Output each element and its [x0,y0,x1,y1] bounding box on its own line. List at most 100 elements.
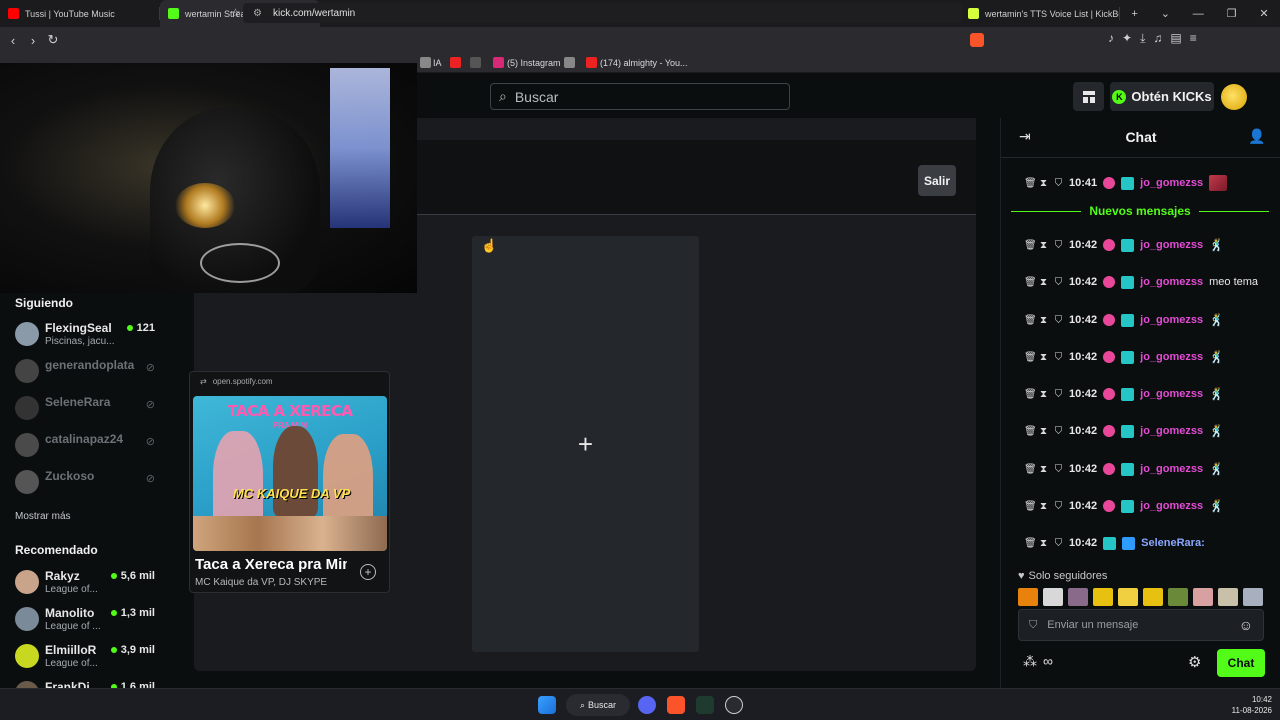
sidebar-item-manolito[interactable]: Manolito League of ... 1,3 mil [15,605,165,637]
download-icon[interactable]: ⤓ [1140,31,1145,46]
emote-icon[interactable] [1068,588,1088,606]
url-field[interactable]: ☆ ⚙ kick.com/wertamin [230,3,963,23]
chat-username[interactable]: jo_gomezss [1140,500,1203,512]
webcam-video[interactable] [0,63,417,293]
chat-message[interactable]: 🗑 ⧗ ⛉ 10:42 jo_gomezss 🕺 [1024,347,1274,367]
timeout-icon[interactable]: ⧗ [1039,538,1048,549]
trash-icon[interactable]: 🗑 [1024,464,1037,475]
shield-icon[interactable]: ⛉ [1054,277,1063,288]
windows-start-icon[interactable] [538,696,556,714]
add-widget-placeholder[interactable]: + [472,236,699,652]
music-icon[interactable]: ♫ [1153,31,1162,46]
emote-icon[interactable] [1218,588,1238,606]
send-chat-button[interactable]: Chat [1217,649,1265,677]
bookmark-icon-generic[interactable] [564,57,575,68]
chat-message[interactable]: 🗑 ⧗ ⛉ 10:42 jo_gomezss 🕺 [1024,235,1274,255]
trash-icon[interactable]: 🗑 [1024,538,1037,549]
youtube-bookmark-icon[interactable] [450,57,461,68]
chat-username[interactable]: jo_gomezss [1140,388,1203,400]
shield-icon[interactable]: ⛉ [1054,178,1063,189]
brave-icon[interactable] [667,696,685,714]
sidebar-item-frankdi[interactable]: FrankDi... 1,6 mil [15,679,165,688]
emote-icon[interactable] [1193,588,1213,606]
dashboard-button[interactable] [1073,82,1104,111]
chat-message-input[interactable]: ⛉ Enviar un mensaje ☺ [1018,609,1264,641]
bookmark-instagram[interactable]: (5) Instagram [507,58,561,68]
sidebar-item-generandoplata[interactable]: generandoplata ⊘ [15,357,165,389]
chat-username[interactable]: jo_gomezss [1140,463,1203,475]
leave-button[interactable]: Salir [918,165,956,196]
chat-message[interactable]: 🗑 ⧗ ⛉ 10:42 jo_gomezss 🕺 [1024,421,1274,441]
timeout-icon[interactable]: ⧗ [1039,389,1048,400]
trash-icon[interactable]: 🗑 [1024,178,1037,189]
minimize-icon[interactable]: — [1193,8,1204,20]
close-window-icon[interactable]: ✕ [1259,7,1268,20]
browser-tab[interactable]: Tussi | YouTube Music [0,0,160,27]
shield-icon[interactable]: ⛉ [1054,352,1063,363]
infinity-icon[interactable]: ∞ [1043,653,1053,670]
trash-icon[interactable]: 🗑 [1024,501,1037,512]
timeout-icon[interactable]: ⧗ [1039,240,1048,251]
chat-message[interactable]: 🗑 ⧗ ⛉ 10:42 jo_gomezss 🕺 [1024,384,1274,404]
shield-icon[interactable]: ⛉ [1054,464,1063,475]
trash-icon[interactable]: 🗑 [1024,389,1037,400]
sidebar-item-catalinapaz24[interactable]: catalinapaz24 ⊘ [15,431,165,463]
emote-icon[interactable] [1093,588,1113,606]
shield-icon[interactable]: ⛉ [1054,501,1063,512]
chat-message[interactable]: 🗑 ⧗ ⛉ 10:42 jo_gomezss 🕺 [1024,459,1274,479]
trash-icon[interactable]: 🗑 [1024,277,1037,288]
audio-icon[interactable]: ♪ [1108,31,1114,46]
shield-icon[interactable]: ⛉ [1054,538,1063,549]
tab-list-icon[interactable]: ⌄ [1161,7,1170,20]
emote-icon[interactable] [1168,588,1188,606]
bookmark-icon[interactable]: ☆ [230,6,241,20]
reddit-bookmark-icon[interactable] [470,57,481,68]
chat-username[interactable]: jo_gomezss [1140,351,1203,363]
menu-icon[interactable]: ≡ [1190,31,1197,46]
trash-icon[interactable]: 🗑 [1024,352,1037,363]
maximize-icon[interactable]: ❐ [1227,7,1237,20]
emote-icon[interactable] [1018,588,1038,606]
new-tab-icon[interactable]: + [1131,8,1137,20]
add-track-button[interactable]: + [360,564,376,580]
discord-icon[interactable] [638,696,656,714]
puzzle-icon[interactable]: ✦ [1122,31,1132,46]
shield-icon[interactable]: ⛉ [1054,426,1063,437]
brave-shield-icon[interactable] [970,33,984,47]
search-input[interactable]: ⌕ Buscar [490,83,790,110]
app-icon[interactable] [696,696,714,714]
timeout-icon[interactable]: ⧗ [1039,464,1048,475]
chat-username[interactable]: jo_gomezss [1140,177,1203,189]
timeout-icon[interactable]: ⧗ [1039,501,1048,512]
site-info-icon[interactable]: ⚙ [253,8,262,19]
taskbar-search[interactable]: ⌕ Buscar [566,694,630,716]
back-icon[interactable]: ‹ [3,33,23,48]
timeout-icon[interactable]: ⧗ [1039,352,1048,363]
sidebar-item-flexingseal[interactable]: FlexingSeal Piscinas, jacu... 121 [15,320,165,352]
sidebar-item-rakyz[interactable]: Rakyz League of... 5,6 mil [15,568,165,600]
chat-message[interactable]: 🗑 ⧗ ⛉ 10:42 jo_gomezss 🕺 [1024,496,1274,516]
chat-message[interactable]: 🗑 ⧗ ⛉ 10:42 jo_gomezss 🕺 [1024,310,1274,330]
emoji-icon[interactable]: ☺ [1239,617,1253,633]
chat-users-icon[interactable]: 👤 [1248,128,1265,145]
reload-icon[interactable]: ↻ [43,32,63,48]
chat-message[interactable]: 🗑 ⧗ ⛉ 10:42 SeleneRara: [1024,533,1274,553]
emote-icon[interactable] [1143,588,1163,606]
sidebar-item-selenerara[interactable]: SeleneRara ⊘ [15,394,165,426]
trash-icon[interactable]: 🗑 [1024,315,1037,326]
get-kicks-button[interactable]: K Obtén KICKs [1110,82,1214,111]
chat-username[interactable]: jo_gomezss [1140,314,1203,326]
sidebar-item-elmiillor[interactable]: ElmiilloR League of... 3,9 mil [15,642,165,674]
obs-icon[interactable] [725,696,743,714]
timeout-icon[interactable]: ⧗ [1039,426,1048,437]
emote-icon[interactable] [1243,588,1263,606]
timeout-icon[interactable]: ⧗ [1039,277,1048,288]
browser-tab[interactable]: wertamin's TTS Voice List | KickBot [960,0,1120,27]
taskbar-clock[interactable]: 10:42 11-08-2026 [1232,694,1272,716]
points-icon[interactable]: ⁂ [1023,653,1037,670]
bookmark-ia[interactable]: IA [433,58,442,68]
show-more-link[interactable]: Mostrar más [15,511,71,522]
timeout-icon[interactable]: ⧗ [1039,315,1048,326]
emote-icon[interactable] [1043,588,1063,606]
avatar[interactable] [1221,84,1247,110]
